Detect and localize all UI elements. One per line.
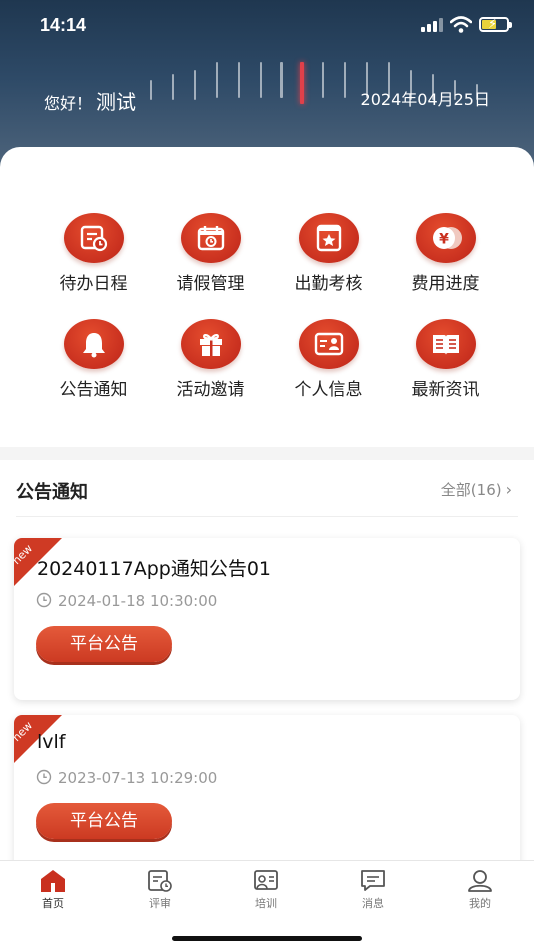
tab-review[interactable]: 评审 — [107, 869, 213, 911]
profile-icon — [468, 870, 492, 892]
grid-label: 公告通知 — [59, 380, 128, 400]
greeting: 您好！ 测试 — [44, 86, 136, 115]
tab-profile[interactable]: 我的 — [427, 869, 533, 911]
announcement-section: 公告通知 全部(16) › new 20240117App通知公告01 2024-… — [0, 460, 534, 877]
category-tag: 平台公告 — [36, 803, 172, 839]
clock-icon — [36, 769, 52, 785]
review-icon — [148, 870, 172, 892]
grid-item-leave-management[interactable]: 请假管理 — [152, 213, 269, 303]
todo-schedule-icon — [63, 213, 124, 263]
announcement-time-text: 2024-01-18 10:30:00 — [58, 592, 218, 610]
status-bar: 14:14 ⚡ — [0, 0, 534, 52]
home-indicator[interactable] — [172, 936, 362, 941]
grid-label: 请假管理 — [176, 274, 245, 294]
leave-calendar-icon — [180, 213, 241, 263]
grid-item-attendance[interactable]: 出勤考核 — [270, 213, 387, 303]
clock-icon — [36, 592, 52, 608]
grid-item-personal-info[interactable]: 个人信息 — [270, 319, 387, 409]
news-book-icon — [415, 319, 476, 369]
view-all-label: 全部(16) — [440, 481, 502, 499]
grid-item-announcements[interactable]: 公告通知 — [35, 319, 152, 409]
grid-item-expense-progress[interactable]: ¥ 费用进度 — [387, 213, 504, 303]
grid-item-latest-news[interactable]: 最新资讯 — [387, 319, 504, 409]
wifi-icon — [450, 16, 472, 33]
tab-label: 培训 — [255, 897, 277, 910]
gift-icon — [180, 319, 241, 369]
tab-label: 消息 — [362, 897, 384, 910]
section-title: 公告通知 — [16, 482, 88, 503]
svg-text:¥: ¥ — [439, 232, 449, 248]
chevron-right-icon: › — [505, 480, 512, 499]
current-date: 2024年04月25日 — [360, 90, 490, 109]
announcement-card[interactable]: new 20240117App通知公告01 2024-01-18 10:30:0… — [14, 538, 520, 700]
grid-label: 费用进度 — [411, 274, 480, 294]
function-grid-panel: 待办日程 请假管理 出勤考核 ¥ 费用进度 公告通知 活动邀请 个人信息 最新资… — [0, 147, 534, 447]
grid-label: 最新资讯 — [411, 380, 480, 400]
grid-label: 个人信息 — [294, 380, 363, 400]
status-time: 14:14 — [40, 15, 87, 35]
announcement-time-text: 2023-07-13 10:29:00 — [58, 769, 218, 787]
view-all-link[interactable]: 全部(16) › — [441, 479, 512, 500]
tab-label: 我的 — [469, 897, 491, 910]
attendance-star-icon — [298, 213, 359, 263]
grid-label: 活动邀请 — [176, 380, 245, 400]
id-card-icon — [298, 319, 359, 369]
grid-item-todo-schedule[interactable]: 待办日程 — [35, 213, 152, 303]
announcement-title: 20240117App通知公告01 — [37, 558, 272, 580]
announcement-card[interactable]: new lvlf 2023-07-13 10:29:00 平台公告 — [14, 715, 520, 877]
tab-training[interactable]: 培训 — [213, 869, 319, 911]
tab-label: 评审 — [149, 897, 171, 910]
greeting-text: 您好！ — [44, 94, 93, 113]
announcement-time: 2023-07-13 10:29:00 — [36, 769, 217, 787]
tab-home[interactable]: 首页 — [0, 869, 106, 911]
divider — [16, 516, 518, 517]
grid-item-event-invitation[interactable]: 活动邀请 — [152, 319, 269, 409]
bell-icon — [63, 319, 124, 369]
grid-label: 出勤考核 — [294, 274, 363, 294]
training-icon — [254, 870, 278, 890]
home-icon — [41, 870, 65, 892]
tab-label: 首页 — [42, 897, 64, 910]
user-name: 测试 — [96, 90, 137, 114]
announcement-time: 2024-01-18 10:30:00 — [36, 592, 217, 610]
message-icon — [361, 870, 385, 891]
announcement-title: lvlf — [37, 731, 66, 753]
tab-messages[interactable]: 消息 — [320, 869, 426, 911]
category-tag: 平台公告 — [36, 626, 172, 662]
grid-label: 待办日程 — [59, 274, 128, 294]
cellular-signal-icon — [421, 18, 443, 32]
yen-coin-icon: ¥ — [415, 213, 476, 263]
battery-charging-icon: ⚡ — [479, 17, 512, 32]
